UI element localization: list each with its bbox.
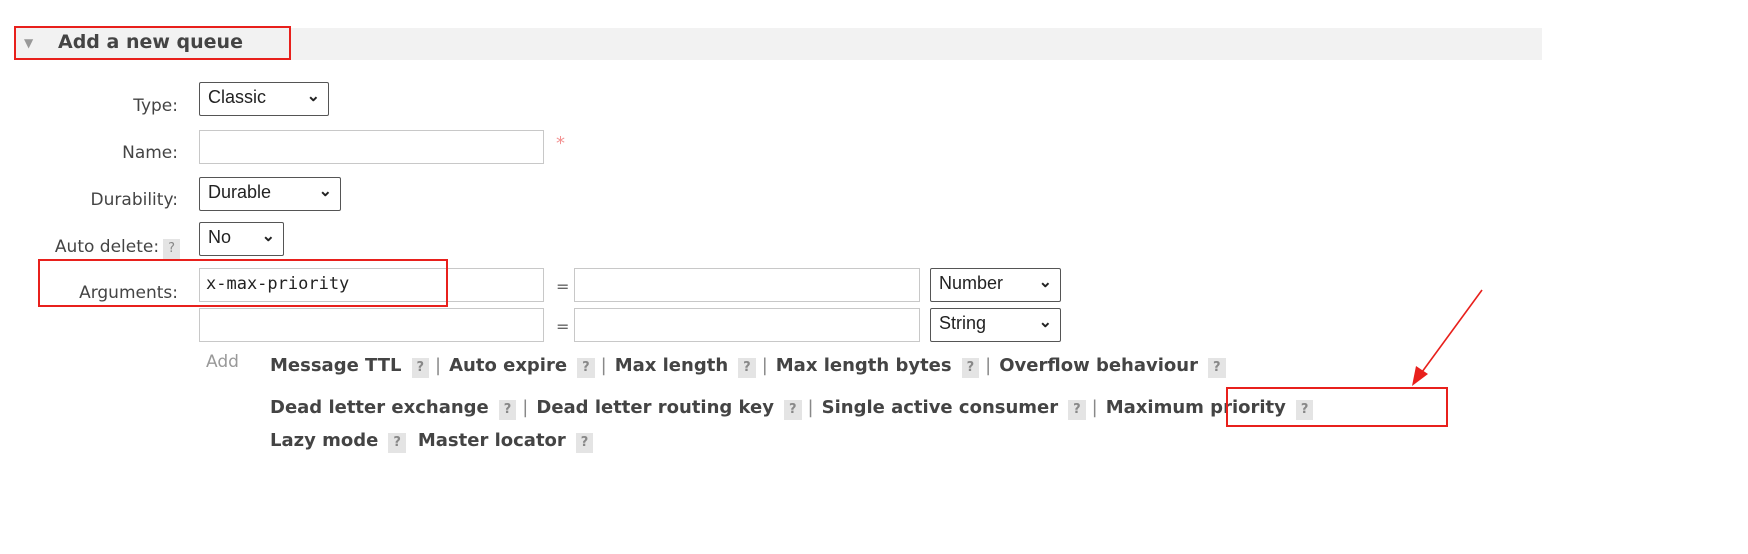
arg-link-single-active-consumer[interactable]: Single active consumer (822, 397, 1059, 418)
argument-type-select[interactable]: String ⌄ (930, 308, 1061, 342)
argument-type-value: Number (939, 273, 1004, 293)
help-button[interactable]: ? (577, 358, 595, 378)
type-select[interactable]: Classic ⌄ (199, 82, 329, 116)
argument-type-select[interactable]: Number ⌄ (930, 268, 1061, 302)
help-button[interactable]: ? (1207, 358, 1226, 378)
section-header[interactable]: ▼ Add a new queue (14, 28, 1542, 60)
auto-delete-select-value: No (208, 227, 232, 247)
arg-link-dead-letter-exchange[interactable]: Dead letter exchange (270, 397, 489, 418)
chevron-down-icon: ⌄ (1038, 274, 1052, 291)
argument-value-input[interactable] (574, 268, 920, 302)
arg-link-overflow-behaviour[interactable]: Overflow behaviour (999, 355, 1198, 376)
chevron-down-icon: ⌄ (306, 88, 320, 105)
durability-select-value: Durable (208, 182, 272, 202)
help-button[interactable]: ? (388, 433, 406, 453)
durability-label: Durability: (90, 190, 178, 210)
arg-links-row-2: Dead letter exchange? | Dead letter routin… (270, 397, 1314, 420)
arguments-label: Arguments: (79, 283, 178, 303)
arg-link-message-ttl[interactable]: Message TTL (270, 355, 402, 376)
arg-link-maximum-priority[interactable]: Maximum priority (1106, 397, 1286, 418)
help-button[interactable]: ? (575, 433, 594, 453)
separator: | (985, 355, 992, 376)
section-title[interactable]: Add a new queue (58, 31, 243, 53)
separator: | (522, 397, 529, 418)
arg-link-auto-expire[interactable]: Auto expire (449, 355, 567, 376)
help-button[interactable]: ? (738, 358, 756, 378)
arg-link-max-length-bytes[interactable]: Max length bytes (776, 355, 952, 376)
arg-link-max-length[interactable]: Max length (615, 355, 728, 376)
chevron-down-icon: ⌄ (1038, 314, 1052, 331)
separator: | (435, 355, 442, 376)
help-button[interactable]: ? (784, 400, 802, 420)
chevron-down-icon: ⌄ (261, 228, 275, 245)
durability-select[interactable]: Durable ⌄ (199, 177, 341, 211)
required-mark: * (556, 133, 565, 154)
auto-delete-help-button[interactable]: ? (163, 239, 180, 259)
triangle-down-icon[interactable]: ▼ (24, 36, 33, 50)
help-button[interactable]: ? (1295, 400, 1314, 420)
arg-link-dead-letter-routing-key[interactable]: Dead letter routing key (536, 397, 774, 418)
type-label: Type: (133, 96, 178, 116)
separator: | (807, 397, 814, 418)
arg-link-lazy-mode[interactable]: Lazy mode (270, 430, 378, 451)
chevron-down-icon: ⌄ (318, 183, 332, 200)
auto-delete-label-group: Auto delete:? (0, 237, 180, 259)
help-button[interactable]: ? (961, 358, 980, 378)
separator: | (600, 355, 607, 376)
argument-value-input[interactable] (574, 308, 920, 342)
type-select-value: Classic (208, 87, 267, 107)
help-button[interactable]: ? (411, 358, 430, 378)
equals-sign: = (556, 277, 570, 296)
equals-sign: = (556, 317, 570, 336)
help-button[interactable]: ? (498, 400, 517, 420)
arg-links-row-1: Message TTL? | Auto expire? | Max length? | Ma… (270, 355, 1226, 378)
separator: | (1091, 397, 1098, 418)
separator: | (761, 355, 768, 376)
auto-delete-label: Auto delete: (54, 237, 160, 257)
help-button[interactable]: ? (1068, 400, 1086, 420)
argument-key-input[interactable]: x-max-priority (199, 268, 544, 302)
name-input[interactable] (199, 130, 544, 164)
auto-delete-select[interactable]: No ⌄ (199, 222, 284, 256)
add-argument-label: Add (206, 352, 239, 372)
arg-link-master-locator[interactable]: Master locator (418, 430, 566, 451)
name-label: Name: (122, 143, 178, 163)
arg-links-row-3: Lazy mode? Master locator? (270, 430, 594, 453)
argument-type-value: String (939, 313, 987, 333)
argument-key-input[interactable] (199, 308, 544, 342)
